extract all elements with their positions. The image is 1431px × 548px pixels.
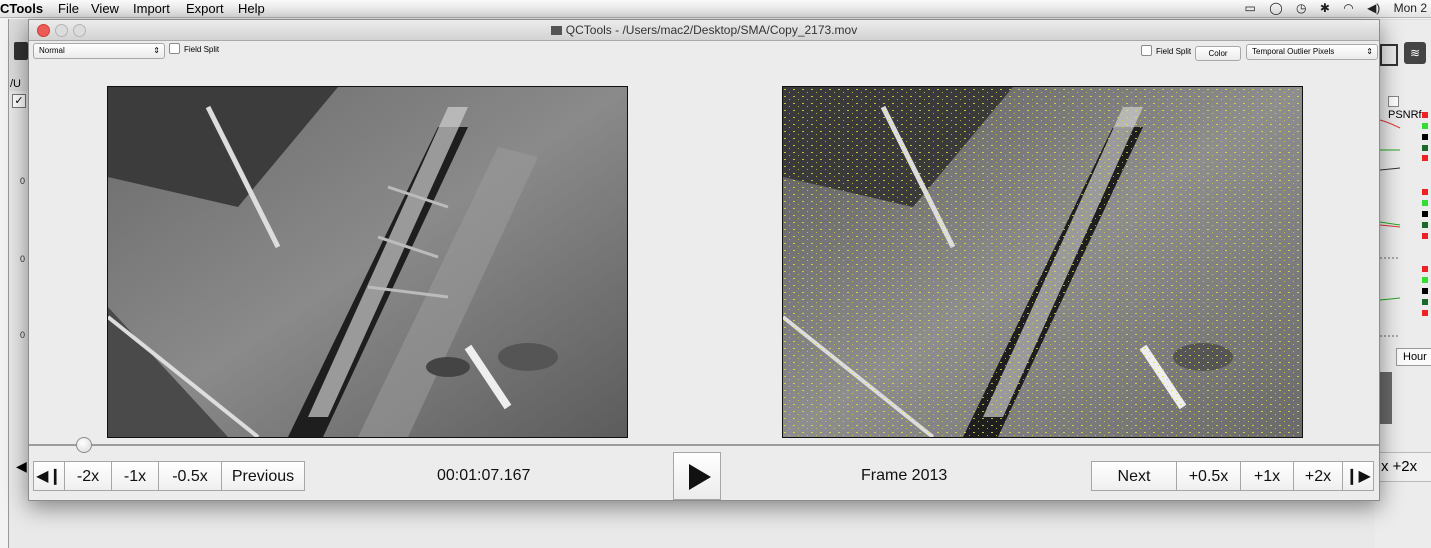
rewind-1x-button[interactable]: -1x bbox=[111, 461, 159, 491]
background-checkbox[interactable]: ✓ bbox=[12, 94, 26, 108]
background-left-arrow-icon[interactable]: ◀ bbox=[16, 458, 27, 475]
right-filter-select[interactable]: Temporal Outlier Pixels ⇕ bbox=[1246, 44, 1378, 60]
next-frame-button[interactable]: ❙▶ bbox=[1342, 461, 1374, 491]
checkbox-icon bbox=[169, 43, 180, 54]
legend-swatch bbox=[1422, 134, 1428, 140]
close-window-button[interactable] bbox=[37, 24, 50, 37]
zoom-window-button[interactable] bbox=[73, 24, 86, 37]
play-button[interactable] bbox=[673, 452, 721, 500]
background-speed-buttons[interactable]: x +2x bbox=[1376, 452, 1431, 482]
select-arrows-icon: ⇕ bbox=[153, 46, 160, 55]
clock[interactable]: Mon 2 bbox=[1394, 1, 1427, 15]
timeline-slider-track[interactable] bbox=[29, 444, 1379, 446]
menu-bar: CTools File View Import Export Help ▭ ◯ … bbox=[0, 0, 1431, 18]
checkbox-icon bbox=[1141, 45, 1152, 56]
menu-help[interactable]: Help bbox=[238, 0, 265, 17]
menu-import[interactable]: Import bbox=[133, 0, 170, 17]
legend-swatch bbox=[1422, 299, 1428, 305]
select-arrows-icon: ⇕ bbox=[1366, 47, 1373, 56]
background-thumbnail bbox=[1378, 372, 1392, 424]
timeline-slider-handle[interactable] bbox=[76, 437, 92, 453]
legend-swatch bbox=[1422, 266, 1428, 272]
graph-tick-label: 0 bbox=[20, 176, 26, 186]
right-video-view[interactable] bbox=[782, 86, 1303, 438]
volume-icon[interactable]: ◀) bbox=[1367, 1, 1380, 15]
menu-file[interactable]: File bbox=[58, 0, 79, 17]
legend-swatch bbox=[1422, 233, 1428, 239]
legend-swatch bbox=[1422, 211, 1428, 217]
timecode-display: 00:01:07.167 bbox=[437, 467, 531, 484]
legend-swatch bbox=[1422, 145, 1428, 151]
minimize-window-button[interactable] bbox=[55, 24, 68, 37]
waveform-icon[interactable]: ≋ bbox=[1404, 42, 1426, 64]
previous-button[interactable]: Previous bbox=[221, 461, 305, 491]
wifi-icon[interactable]: ◠ bbox=[1343, 1, 1353, 15]
play-icon bbox=[689, 464, 711, 490]
menu-export[interactable]: Export bbox=[186, 0, 224, 17]
legend-swatch bbox=[1422, 189, 1428, 195]
notification-icon[interactable]: ◯ bbox=[1269, 1, 1282, 15]
left-view-mode-select[interactable]: Normal ⇕ bbox=[33, 43, 165, 59]
menu-view[interactable]: View bbox=[91, 0, 119, 17]
background-copy-icon[interactable] bbox=[1380, 44, 1398, 66]
legend-swatch bbox=[1422, 200, 1428, 206]
forward-1x-button[interactable]: +1x bbox=[1240, 461, 1294, 491]
legend-swatch bbox=[1422, 123, 1428, 129]
legend-swatch bbox=[1422, 277, 1428, 283]
graph-tick-label: 0 bbox=[20, 330, 26, 340]
app-name-menu[interactable]: CTools bbox=[0, 0, 43, 17]
bluetooth-icon[interactable]: ✱ bbox=[1320, 1, 1330, 15]
legend-swatch bbox=[1422, 310, 1428, 316]
graph-tick-label: 0 bbox=[20, 254, 26, 264]
color-button[interactable]: Color bbox=[1195, 46, 1241, 61]
frame-number-display: Frame 2013 bbox=[861, 467, 948, 484]
legend-swatch bbox=[1422, 155, 1428, 161]
hour-button[interactable]: Hour bbox=[1396, 348, 1431, 366]
next-button[interactable]: Next bbox=[1091, 461, 1177, 491]
window-title: QCTools - /Users/mac2/Desktop/SMA/Copy_2… bbox=[565, 23, 858, 37]
rewind-2x-button[interactable]: -2x bbox=[64, 461, 112, 491]
previous-frame-button[interactable]: ◀❙ bbox=[33, 461, 65, 491]
legend-swatch bbox=[1422, 222, 1428, 228]
legend-swatch bbox=[1422, 288, 1428, 294]
right-field-split-checkbox[interactable]: Field Split bbox=[1141, 45, 1191, 59]
background-path-fragment: /U bbox=[10, 78, 21, 90]
left-video-view[interactable] bbox=[107, 86, 628, 438]
movie-file-icon bbox=[550, 26, 562, 35]
time-machine-icon[interactable]: ◷ bbox=[1296, 1, 1306, 15]
status-tray: ▭ ◯ ◷ ✱ ◠ ◀) Mon 2 bbox=[1235, 0, 1427, 17]
background-toolbar-icon[interactable] bbox=[14, 42, 28, 60]
airplay-icon[interactable]: ▭ bbox=[1245, 1, 1256, 15]
player-window: QCTools - /Users/mac2/Desktop/SMA/Copy_2… bbox=[28, 19, 1380, 501]
forward-2x-button[interactable]: +2x bbox=[1293, 461, 1343, 491]
title-bar[interactable]: QCTools - /Users/mac2/Desktop/SMA/Copy_2… bbox=[29, 20, 1379, 41]
rewind-half-button[interactable]: -0.5x bbox=[158, 461, 222, 491]
background-graph-lines bbox=[1379, 119, 1401, 337]
forward-half-button[interactable]: +0.5x bbox=[1176, 461, 1241, 491]
legend-swatch bbox=[1422, 112, 1428, 118]
left-field-split-checkbox[interactable]: Field Split bbox=[169, 43, 219, 57]
